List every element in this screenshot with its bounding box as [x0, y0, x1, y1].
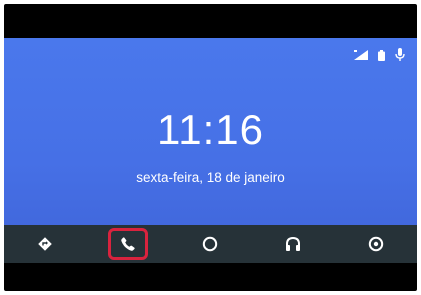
status-bar	[4, 38, 417, 74]
recent-icon	[368, 236, 383, 252]
status-icons	[354, 48, 405, 62]
bottom-navigation-bar	[4, 225, 417, 263]
clock-date: sexta-feira, 18 de janeiro	[136, 170, 285, 185]
clock-time: 11:16	[157, 106, 264, 153]
nav-media-button[interactable]	[273, 228, 313, 260]
home-icon	[203, 236, 218, 252]
clock-area: 11:16 sexta-feira, 18 de janeiro	[4, 108, 417, 186]
phone-icon	[121, 237, 135, 251]
battery-icon	[378, 49, 385, 61]
nav-home-button[interactable]	[190, 228, 230, 260]
nav-phone-button[interactable]	[107, 228, 148, 260]
android-auto-home-screen: 11:16 sexta-feira, 18 de janeiro	[4, 38, 417, 263]
nav-overview-button[interactable]	[356, 228, 396, 260]
nav-navigation-button[interactable]	[25, 228, 65, 260]
navigation-icon	[38, 237, 53, 251]
headphones-icon	[286, 236, 301, 251]
microphone-icon[interactable]	[395, 48, 405, 62]
signal-icon	[354, 50, 368, 60]
screen-frame: 11:16 sexta-feira, 18 de janeiro	[4, 4, 417, 291]
